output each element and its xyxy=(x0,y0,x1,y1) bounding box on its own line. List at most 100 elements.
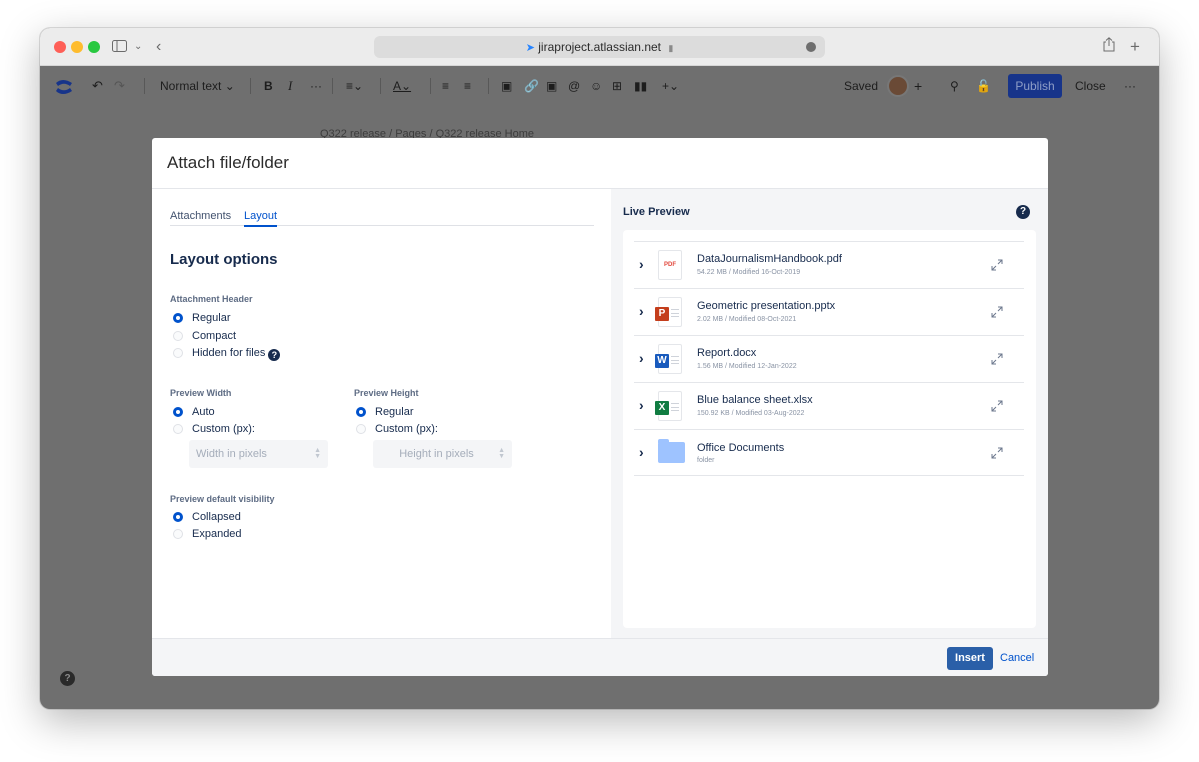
jira-logo-icon: ➤ xyxy=(525,42,535,54)
preview-width-label: Preview Width xyxy=(170,388,232,398)
back-icon[interactable]: ‹ xyxy=(156,37,161,57)
bullet-list-icon[interactable]: ≡ xyxy=(442,66,449,106)
file-meta: 150.92 KB / Modified 03-Aug-2022 xyxy=(697,410,805,417)
stepper-icon[interactable]: ▲ ▼ xyxy=(498,447,505,460)
folder-meta: folder xyxy=(697,457,715,464)
expand-icon[interactable] xyxy=(990,352,1004,366)
file-meta: 54.22 MB / Modified 16-Oct-2019 xyxy=(697,269,801,276)
width-pixels-input[interactable] xyxy=(189,440,328,468)
word-icon: W xyxy=(655,344,682,374)
more-formatting-button[interactable]: ··· xyxy=(310,66,322,106)
columns-icon[interactable]: ▮▮ xyxy=(634,66,647,106)
link-icon[interactable]: 🔗 xyxy=(524,66,539,106)
pdf-icon: PDF xyxy=(658,250,682,280)
radio-button[interactable] xyxy=(173,424,183,434)
chevron-down-icon[interactable]: ⌄ xyxy=(134,37,142,57)
address-bar[interactable]: ➤ jiraproject.atlassian.net ▮ xyxy=(374,36,825,58)
search-icon[interactable]: ⚲ xyxy=(950,66,959,106)
align-dropdown[interactable]: ≡⌄ xyxy=(346,66,363,106)
live-preview-title: Live Preview xyxy=(623,206,690,218)
expand-icon[interactable] xyxy=(990,399,1004,413)
unlock-icon[interactable]: 🔓 xyxy=(976,66,991,106)
text-color-dropdown[interactable]: A⌄ xyxy=(393,66,411,106)
radio-button[interactable] xyxy=(173,331,183,341)
close-editor-button[interactable]: Close xyxy=(1075,66,1106,106)
minimize-window-button[interactable] xyxy=(71,41,83,53)
chevron-right-icon[interactable]: › xyxy=(639,397,644,413)
question-icon[interactable]: ? xyxy=(268,349,281,361)
stepper-icon[interactable]: ▲ ▼ xyxy=(314,447,321,460)
height-pixels-input[interactable] xyxy=(373,440,512,468)
insert-more-dropdown[interactable]: +⌄ xyxy=(662,66,679,106)
text-style-dropdown[interactable]: Normal text ⌄ xyxy=(160,66,235,106)
zoom-window-button[interactable] xyxy=(88,41,100,53)
file-row[interactable]: › X Blue balance sheet.xlsx 150.92 KB / … xyxy=(634,382,1024,429)
expand-icon[interactable] xyxy=(990,305,1004,319)
preview-card: › PDF DataJournalismHandbook.pdf 54.22 M… xyxy=(623,230,1036,628)
emoji-icon[interactable]: ☺ xyxy=(590,66,602,106)
italic-button[interactable]: I xyxy=(288,66,292,106)
mention-icon[interactable]: @ xyxy=(568,66,580,106)
cancel-button[interactable]: Cancel xyxy=(1000,647,1034,670)
attachment-header-label: Attachment Header xyxy=(170,294,253,304)
publish-button[interactable]: Publish xyxy=(1008,74,1062,98)
height-pixels-field[interactable]: ▲▼ xyxy=(373,440,512,468)
width-pixels-field[interactable]: ▲▼ xyxy=(189,440,328,468)
reader-icon[interactable] xyxy=(806,42,816,52)
help-icon[interactable]: ? xyxy=(60,671,75,686)
tab-layout[interactable]: Layout xyxy=(244,210,278,227)
lock-icon: ▮ xyxy=(668,43,674,53)
bold-button[interactable]: B xyxy=(264,66,273,106)
file-meta: 1.56 MB / Modified 12-Jan-2022 xyxy=(697,363,797,370)
sidebar-icon[interactable] xyxy=(112,37,127,57)
redo-icon[interactable]: ↷ xyxy=(114,66,125,106)
file-row[interactable]: › PDF DataJournalismHandbook.pdf 54.22 M… xyxy=(634,241,1024,288)
chevron-right-icon[interactable]: › xyxy=(639,303,644,319)
file-meta: 2.02 MB / Modified 08-Oct-2021 xyxy=(697,316,797,323)
radio-button[interactable] xyxy=(173,407,183,417)
avatar[interactable] xyxy=(887,75,909,97)
file-name[interactable]: Blue balance sheet.xlsx xyxy=(697,394,813,406)
expand-icon[interactable] xyxy=(990,446,1004,460)
radio-button[interactable] xyxy=(356,407,366,417)
radio-button[interactable] xyxy=(173,313,183,323)
editor-toolbar: ↶ ↷ Normal text ⌄ B I ··· ≡⌄ A⌄ ≡ ≡ ▣ 🔗 … xyxy=(40,66,1159,106)
folder-name[interactable]: Office Documents xyxy=(697,442,784,454)
new-tab-icon[interactable]: + xyxy=(1130,37,1140,57)
overflow-menu-button[interactable]: ··· xyxy=(1124,66,1136,106)
numbered-list-icon[interactable]: ≡ xyxy=(464,66,471,106)
live-preview-pane: Live Preview ? › PDF DataJournalismHandb… xyxy=(611,189,1048,638)
saved-status: Saved xyxy=(844,79,879,93)
close-window-button[interactable] xyxy=(54,41,66,53)
checkbox-icon[interactable]: ▣ xyxy=(501,66,512,106)
file-name[interactable]: Report.docx xyxy=(697,347,756,359)
file-row[interactable]: › W Report.docx 1.56 MB / Modified 12-Ja… xyxy=(634,335,1024,382)
file-name[interactable]: Geometric presentation.pptx xyxy=(697,300,835,312)
share-icon[interactable] xyxy=(1103,37,1115,57)
folder-row[interactable]: › Office Documents folder xyxy=(634,429,1024,476)
chevron-right-icon[interactable]: › xyxy=(639,350,644,366)
chevron-right-icon[interactable]: › xyxy=(639,256,644,272)
radio-button[interactable] xyxy=(173,348,183,358)
table-icon[interactable]: ⊞ xyxy=(612,66,622,106)
file-row[interactable]: › P Geometric presentation.pptx 2.02 MB … xyxy=(634,288,1024,335)
tab-attachments[interactable]: Attachments xyxy=(170,210,231,222)
radio-button[interactable] xyxy=(356,424,366,434)
attach-dialog: Attach file/folder Attachments Layout La… xyxy=(152,138,1048,676)
insert-button[interactable]: Insert xyxy=(947,647,993,670)
undo-icon[interactable]: ↶ xyxy=(92,66,103,106)
folder-icon xyxy=(658,439,685,463)
file-name[interactable]: DataJournalismHandbook.pdf xyxy=(697,253,842,265)
section-title: Layout options xyxy=(170,251,278,268)
radio-button[interactable] xyxy=(173,529,183,539)
help-icon[interactable]: ? xyxy=(1016,205,1030,219)
chevron-right-icon[interactable]: › xyxy=(639,444,644,460)
confluence-logo-icon[interactable] xyxy=(55,66,73,106)
invite-icon[interactable]: + xyxy=(914,66,922,106)
preview-height-label: Preview Height xyxy=(354,388,419,398)
dialog-header: Attach file/folder xyxy=(152,138,1048,189)
expand-icon[interactable] xyxy=(990,258,1004,272)
tab-bar: Attachments Layout xyxy=(170,210,594,227)
image-icon[interactable]: ▣ xyxy=(546,66,557,106)
radio-button[interactable] xyxy=(173,512,183,522)
